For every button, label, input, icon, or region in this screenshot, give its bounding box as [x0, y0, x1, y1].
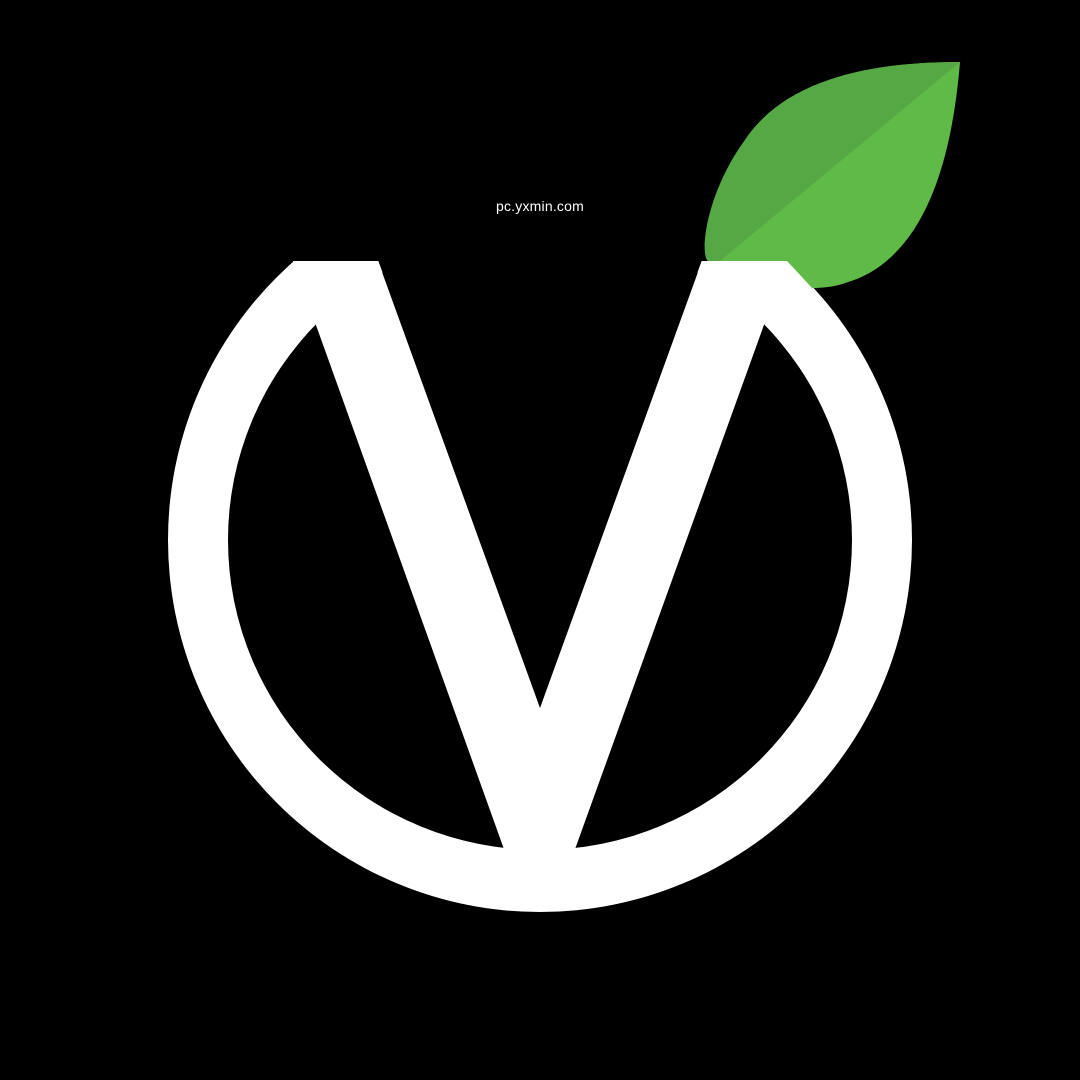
app-icon-canvas: pc.yxmin.com — [0, 0, 1080, 1080]
v-leaf-logo-icon — [0, 0, 1080, 912]
watermark-text: pc.yxmin.com — [496, 198, 584, 214]
